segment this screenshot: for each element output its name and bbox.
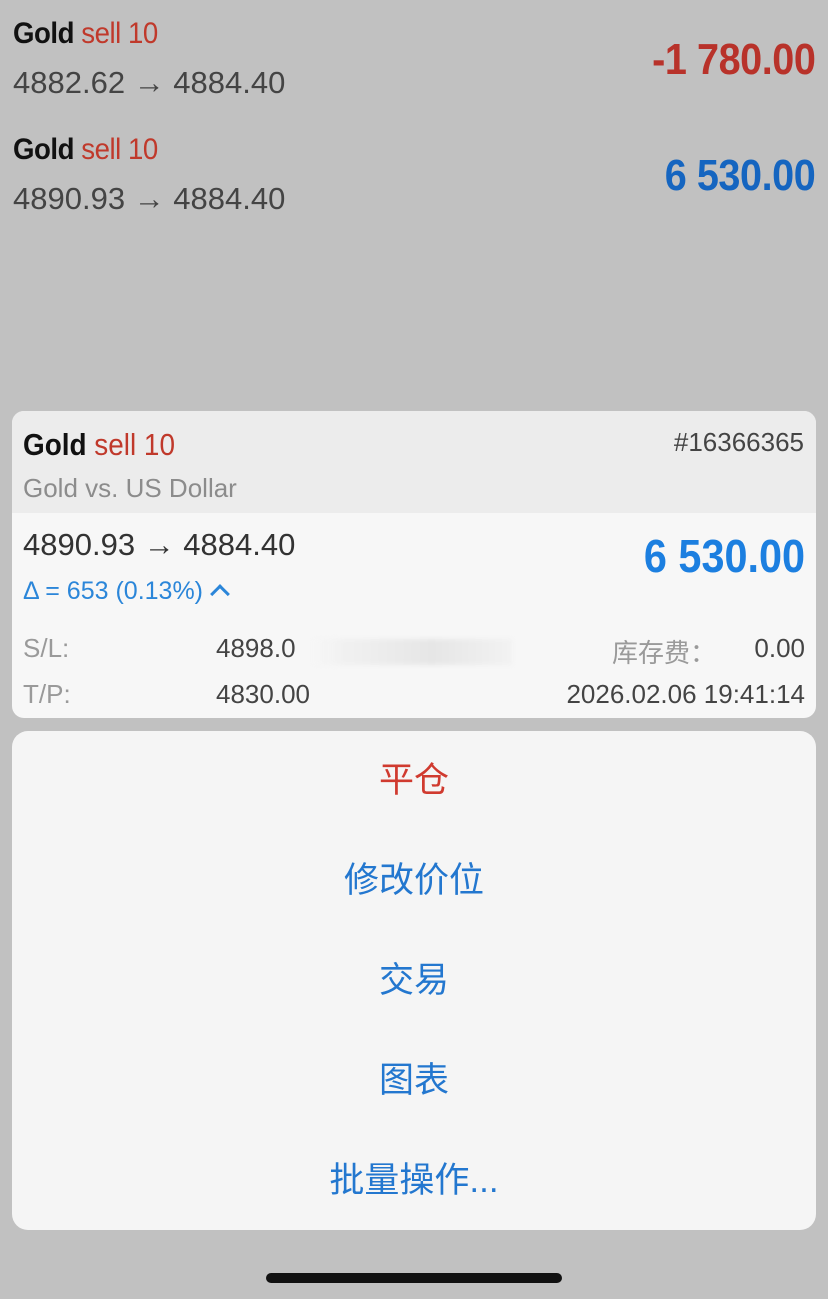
detail-title: Gold sell 10 bbox=[23, 427, 175, 463]
redacted-overlay bbox=[312, 639, 512, 665]
position-title: Gold sell 10 bbox=[13, 133, 158, 167]
position-profit: -1 780.00 bbox=[651, 35, 816, 84]
detail-delta-text: Δ = 653 (0.13%) bbox=[23, 577, 204, 605]
position-side: sell 10 bbox=[81, 17, 158, 50]
position-prices: 4882.62 → 4884.40 bbox=[13, 65, 286, 100]
position-side: sell 10 bbox=[81, 133, 158, 166]
position-symbol: Gold bbox=[13, 133, 75, 166]
home-indicator[interactable] bbox=[266, 1273, 562, 1283]
position-row[interactable]: Gold sell 10 4890.93 → 4884.40 6 530.00 bbox=[0, 121, 828, 221]
detail-prices: 4890.93 → 4884.40 bbox=[23, 527, 296, 562]
position-detail-card: Gold sell 10 #16366365 Gold vs. US Dolla… bbox=[12, 411, 816, 718]
detail-ticket: #16366365 bbox=[673, 427, 804, 457]
bulk-operations-button[interactable]: 批量操作... bbox=[12, 1131, 816, 1231]
close-position-button[interactable]: 平仓 bbox=[12, 731, 816, 831]
sl-label: S/L: bbox=[23, 633, 70, 663]
tp-value: 4830.00 bbox=[216, 679, 310, 709]
position-symbol: Gold bbox=[13, 17, 75, 50]
chart-button[interactable]: 图表 bbox=[12, 1031, 816, 1131]
chevron-up-icon bbox=[210, 584, 230, 604]
action-sheet: 平仓 修改价位 交易 图表 批量操作... bbox=[12, 731, 816, 1230]
position-profit: 6 530.00 bbox=[664, 151, 815, 200]
swap-label: 库存费： bbox=[611, 638, 716, 668]
sl-value: 4898.0 bbox=[216, 633, 296, 663]
modify-levels-button[interactable]: 修改价位 bbox=[12, 831, 816, 931]
open-time: 2026.02.06 19:41:14 bbox=[566, 679, 805, 709]
detail-description: Gold vs. US Dollar bbox=[23, 473, 237, 503]
position-row[interactable]: Gold sell 10 4882.62 → 4884.40 -1 780.00 bbox=[0, 5, 828, 105]
position-prices: 4890.93 → 4884.40 bbox=[13, 181, 286, 216]
trade-button[interactable]: 交易 bbox=[12, 931, 816, 1031]
swap-value: 0.00 bbox=[754, 633, 805, 663]
position-title: Gold sell 10 bbox=[13, 17, 158, 51]
detail-profit: 6 530.00 bbox=[643, 530, 805, 582]
tp-label: T/P: bbox=[23, 679, 71, 709]
detail-delta[interactable]: Δ = 653 (0.13%) bbox=[23, 577, 230, 606]
detail-side: sell 10 bbox=[94, 427, 175, 462]
detail-symbol: Gold bbox=[23, 427, 87, 462]
